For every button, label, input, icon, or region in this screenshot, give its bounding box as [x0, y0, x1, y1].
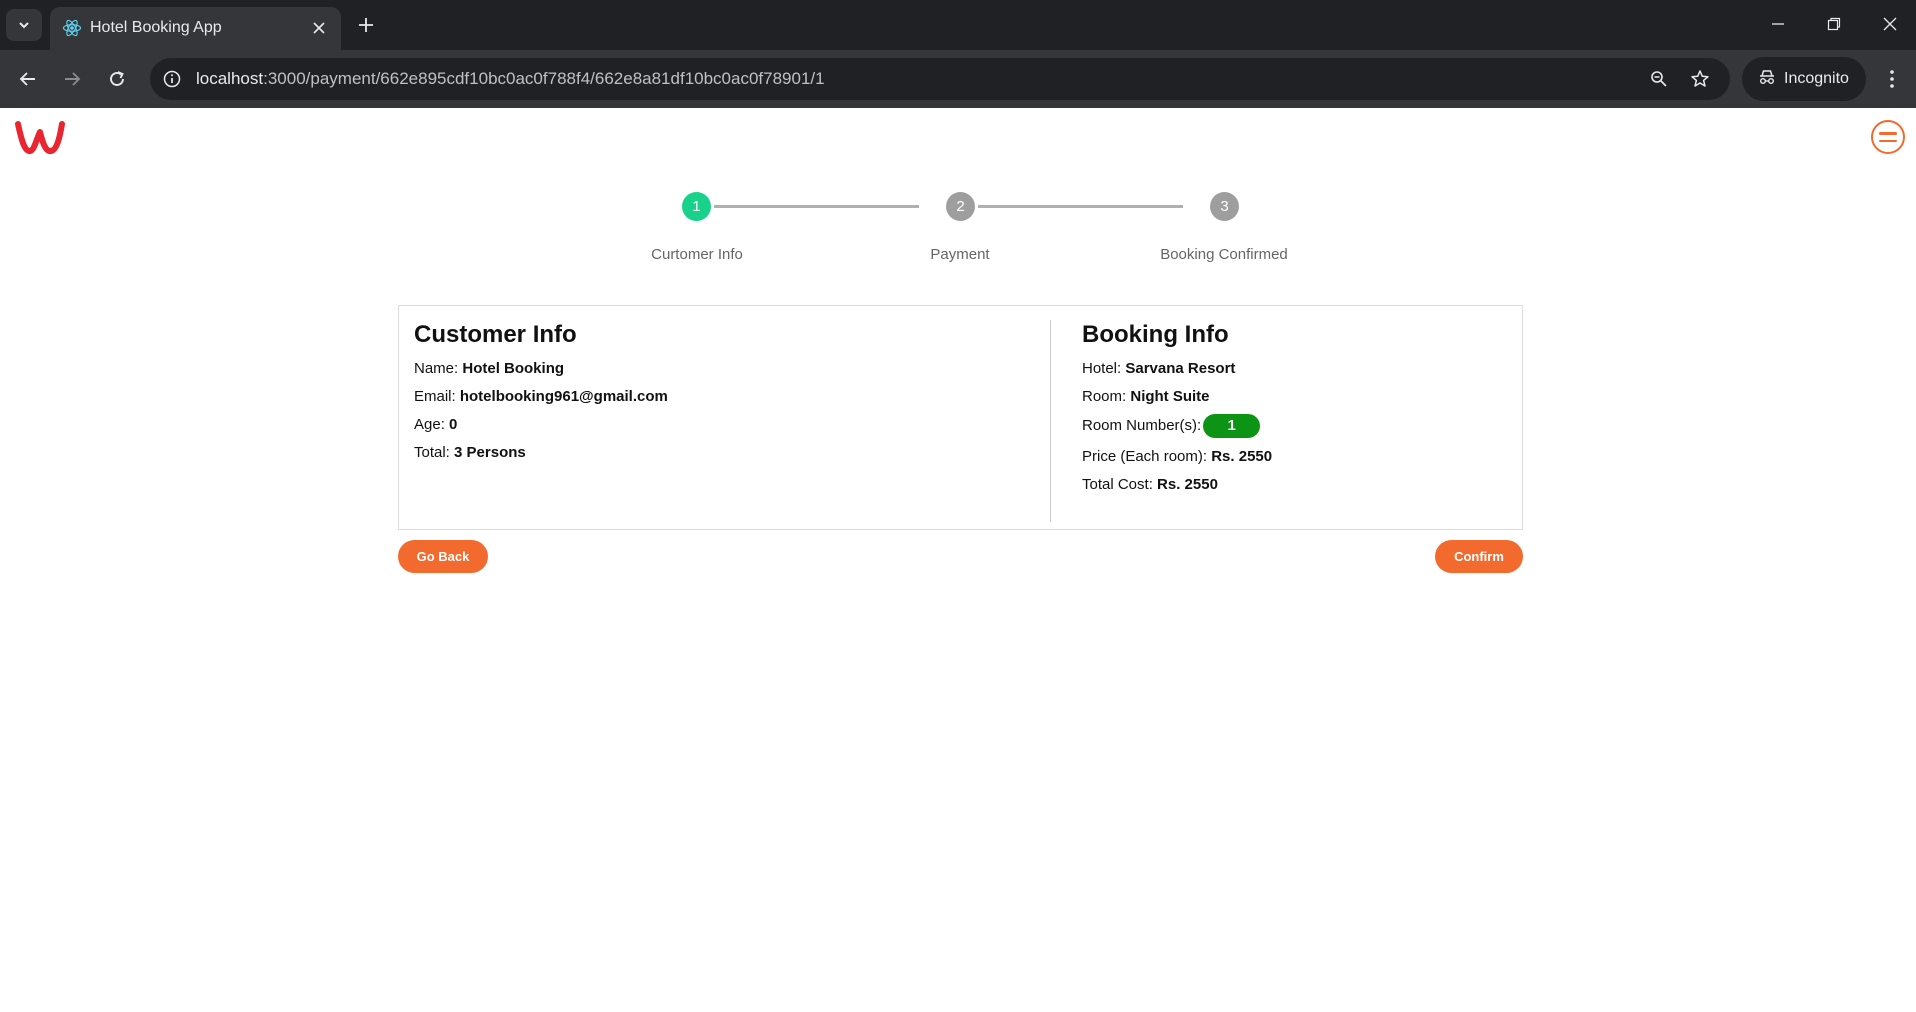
room-numbers-row: Room Number(s): 1	[1082, 414, 1272, 438]
step-1-indicator: 1	[682, 192, 711, 221]
step-3-indicator: 3	[1210, 192, 1239, 221]
zoom-icon[interactable]	[1647, 67, 1671, 91]
address-bar[interactable]: localhost:3000/payment/662e895cdf10bc0ac…	[150, 58, 1730, 100]
total-value: 3 Persons	[454, 444, 526, 461]
step-2-label: Payment	[930, 246, 990, 263]
customer-total-row: Total: 3 Persons	[414, 444, 668, 461]
step-3-label: Booking Confirmed	[1160, 246, 1288, 263]
room-number-badge: 1	[1203, 414, 1261, 438]
summary-card: Customer Info Name: Hotel Booking Email:…	[398, 305, 1523, 530]
back-arrow-icon[interactable]	[12, 63, 44, 95]
name-value: Hotel Booking	[462, 360, 565, 377]
browser-tab[interactable]: Hotel Booking App	[50, 7, 341, 50]
name-label: Name:	[414, 360, 459, 377]
total-cost-value: Rs. 2550	[1157, 476, 1218, 493]
forward-arrow-icon[interactable]	[56, 63, 88, 95]
section-divider	[1050, 320, 1051, 522]
url-text: localhost:3000/payment/662e895cdf10bc0ac…	[196, 69, 825, 89]
email-label: Email:	[414, 388, 456, 405]
step-2-indicator: 2	[946, 192, 975, 221]
room-label: Room:	[1082, 388, 1127, 405]
total-cost-label: Total Cost:	[1082, 476, 1153, 493]
total-label: Total:	[414, 444, 450, 461]
page-content: 1 2 3 Curtomer Info Payment Booking Conf…	[0, 108, 1916, 1012]
price-label: Price (Each room):	[1082, 448, 1208, 465]
customer-info-section: Customer Info Name: Hotel Booking Email:…	[414, 306, 668, 461]
url-host: localhost	[196, 69, 264, 88]
react-favicon-icon	[62, 18, 82, 38]
browser-tab-bar: Hotel Booking App	[0, 0, 1916, 50]
site-info-icon[interactable]	[160, 67, 184, 91]
step-connector	[714, 205, 919, 208]
price-value: Rs. 2550	[1211, 448, 1273, 465]
minimize-icon[interactable]	[1756, 8, 1800, 40]
browser-toolbar: localhost:3000/payment/662e895cdf10bc0ac…	[0, 50, 1916, 108]
booking-stepper: 1 2 3 Curtomer Info Payment Booking Conf…	[640, 183, 1288, 273]
incognito-icon	[1758, 69, 1776, 90]
plus-icon[interactable]	[352, 11, 380, 39]
booking-info-title: Booking Info	[1082, 321, 1229, 348]
tab-search-icon[interactable]	[6, 9, 42, 41]
hotel-label: Hotel:	[1082, 360, 1122, 377]
email-value: hotelbooking961@gmail.com	[459, 388, 668, 405]
room-row: Room: Night Suite	[1082, 388, 1272, 405]
incognito-label: Incognito	[1784, 70, 1849, 87]
tab-title: Hotel Booking App	[90, 19, 222, 36]
booking-info-section: Booking Info Hotel: Sarvana Resort Room:…	[1082, 306, 1272, 493]
age-label: Age:	[414, 416, 445, 433]
hamburger-menu-icon[interactable]	[1871, 120, 1905, 154]
customer-email-row: Email: hotelbooking961@gmail.com	[414, 388, 668, 405]
customer-name-row: Name: Hotel Booking	[414, 360, 668, 377]
room-numbers-label: Room Number(s):	[1082, 416, 1202, 434]
total-cost-row: Total Cost: Rs. 2550	[1082, 476, 1272, 493]
window-close-icon[interactable]	[1868, 8, 1912, 40]
price-row: Price (Each room): Rs. 2550	[1082, 448, 1272, 465]
star-icon[interactable]	[1688, 67, 1712, 91]
confirm-button[interactable]: Confirm	[1435, 540, 1523, 573]
hotel-row: Hotel: Sarvana Resort	[1082, 360, 1272, 377]
customer-age-row: Age: 0	[414, 416, 668, 433]
incognito-indicator[interactable]: Incognito	[1742, 57, 1866, 101]
w-logo-icon[interactable]	[14, 118, 66, 156]
step-connector	[978, 205, 1183, 208]
age-value: 0	[449, 416, 458, 433]
url-path: :3000/payment/662e895cdf10bc0ac0f788f4/6…	[263, 69, 825, 88]
restore-icon[interactable]	[1812, 8, 1856, 40]
customer-info-title: Customer Info	[414, 321, 577, 348]
go-back-button[interactable]: Go Back	[398, 540, 488, 573]
step-1-label: Curtomer Info	[651, 246, 743, 263]
hotel-value: Sarvana Resort	[1125, 360, 1236, 377]
more-vert-icon[interactable]	[1878, 63, 1906, 95]
room-value: Night Suite	[1130, 388, 1210, 405]
close-icon[interactable]	[307, 16, 331, 40]
reload-icon[interactable]	[101, 63, 133, 95]
